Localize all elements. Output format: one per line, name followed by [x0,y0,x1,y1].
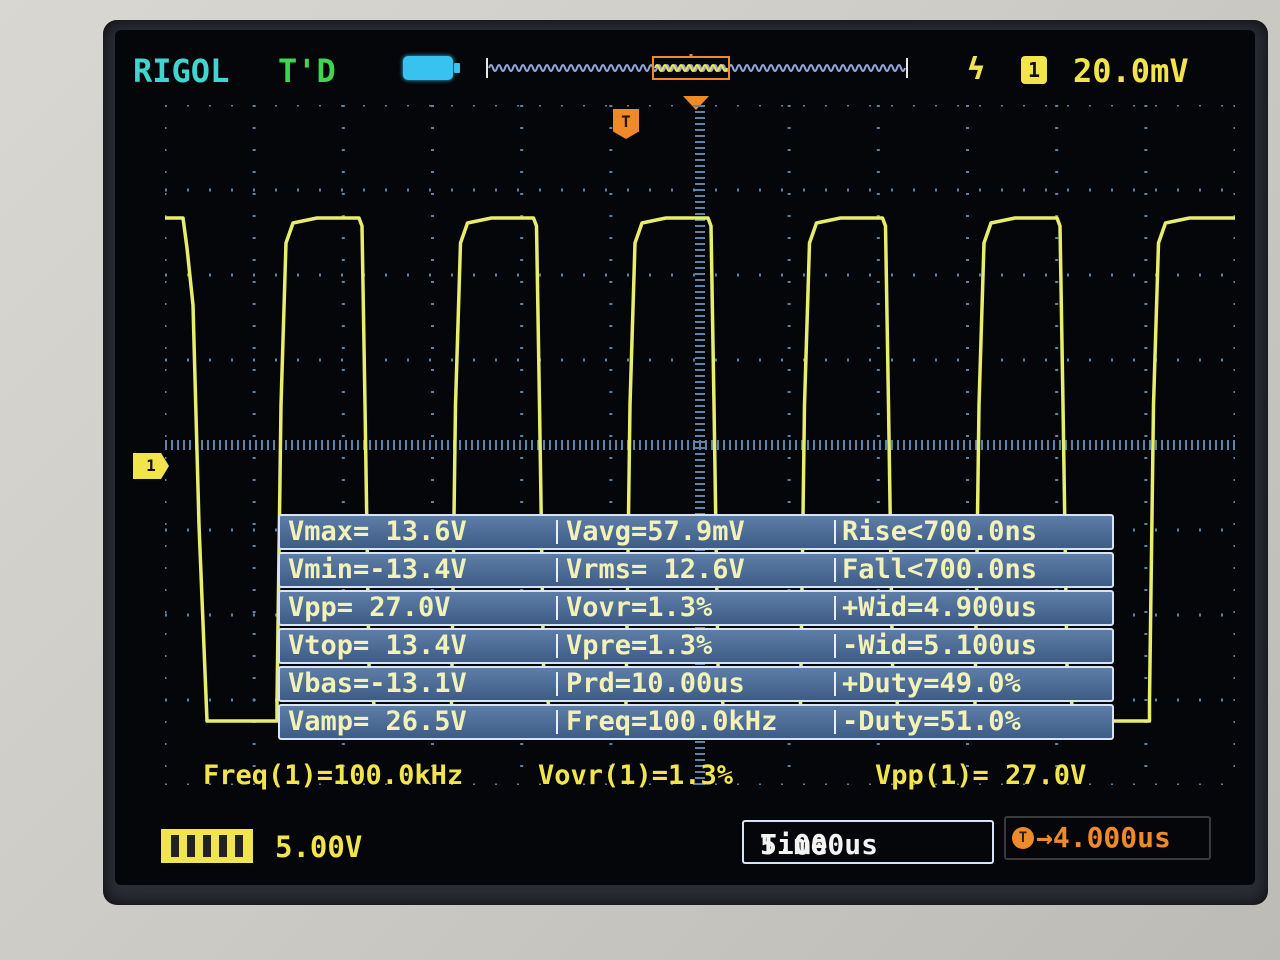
trigger-channel-badge: 1 [1021,56,1047,84]
measurement-row: Vpp= 27.0V Vovr=1.3% +Wid=4.900us [278,590,1114,626]
measurement-row: Vtop= 13.4V Vpre=1.3% -Wid=5.100us [278,628,1114,664]
measurement-value: Vmax= 13.6V [288,516,467,547]
measurement-value: Rise<700.0ns [842,516,1038,547]
measurement-value: +Duty=49.0% [842,668,1021,699]
trigger-delay-value: →4.000us [1036,821,1171,854]
measurement-table: Vmax= 13.6V Vavg=57.9mV Rise<700.0ns Vmi… [278,514,1114,750]
summary-overshoot: Vovr(1)=1.3% [538,760,734,791]
measurement-value: Vbas=-13.1V [288,668,467,699]
brand-logo: RIGOL [133,52,230,90]
channel1-volts-per-div: 5.00V [275,830,363,864]
channel1-status-icon [161,829,253,863]
measurement-value: Vpp= 27.0V [288,592,451,623]
measurement-row: Vmin=-13.4V Vrms= 12.6V Fall<700.0ns [278,552,1114,588]
summary-frequency: Freq(1)=100.0kHz [203,760,464,791]
measurement-value: Vavg=57.9mV [566,516,745,547]
trigger-status: T'D [278,52,336,90]
measurement-value: Vmin=-13.4V [288,554,467,585]
measurement-value: Vamp= 26.5V [288,706,467,737]
measurement-value: Fall<700.0ns [842,554,1038,585]
memory-depth-indicator [486,54,908,80]
measurement-value: Vrms= 12.6V [566,554,745,585]
trigger-level-readout: 20.0mV [1073,52,1189,90]
timebase-readout: Time 5.000us [742,820,994,864]
battery-icon [403,56,460,80]
summary-vpp: Vpp(1)= 27.0V [875,760,1087,791]
trigger-delay-readout: T →4.000us [1004,816,1211,860]
measurement-value: Prd=10.00us [566,668,745,699]
trigger-edge-icon: ϟ [967,52,986,87]
channel1-ground-marker: 1 [133,453,169,479]
measurement-row: Vmax= 13.6V Vavg=57.9mV Rise<700.0ns [278,514,1114,550]
measurement-value: Vtop= 13.4V [288,630,467,661]
measurement-row: Vbas=-13.1V Prd=10.00us +Duty=49.0% [278,666,1114,702]
measurement-value: Vpre=1.3% [566,630,713,661]
trigger-delay-icon: T [1012,827,1034,849]
measurement-value: +Wid=4.900us [842,592,1038,623]
timebase-value: 5.000us [760,828,879,861]
measurement-row: Vamp= 26.5V Freq=100.0kHz -Duty=51.0% [278,704,1114,740]
measurement-value: Vovr=1.3% [566,592,713,623]
scope-screen: RIGOL T'D ϟ 1 20.0mV T 1 Vmax= 13.6V Vav… [115,30,1255,885]
measurement-value: -Wid=5.100us [842,630,1038,661]
measurement-value: -Duty=51.0% [842,706,1021,737]
measurement-value: Freq=100.0kHz [566,706,778,737]
